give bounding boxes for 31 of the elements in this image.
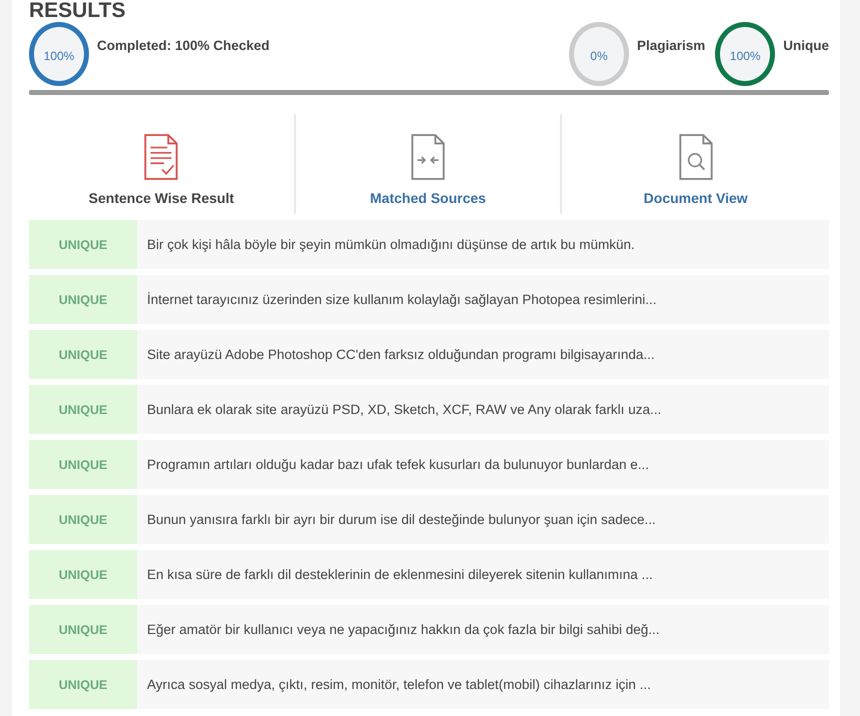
document-search-icon [678,134,714,180]
status-label: UNIQUE [29,440,137,489]
sentence-text: İnternet tarayıcınız üzerinden size kullanım kolaylağı sağlayan Photopea resimlerini... [146,291,658,309]
result-tab[interactable]: Sentence Wise Result [29,114,296,214]
status-label: UNIQUE [29,495,137,544]
status-label: UNIQUE [29,550,137,599]
percentage-circle: 0% [568,22,629,86]
sentence-text: Ayrıca sosyal medya, çıktı, resim, monitör, telefon ve tablet(mobil) cihazlarınız için ... [146,676,652,694]
status-label: UNIQUE [29,330,137,379]
status-label: UNIQUE [29,275,137,324]
sentence-text: Programın artıları olduğu kadar bazı ufak tefek kusurları da bulunuyor bunlardan e... [146,456,650,474]
document-check-icon [143,134,180,180]
sentence-text: Bunlara ek olarak site arayüzü PSD, XD, Sketch, XCF, RAW ve Any olarak farklı uza... [146,401,662,419]
stat-label: Plagiarism [636,38,706,53]
status-label: UNIQUE [29,220,137,269]
progress-label: Completed: 100% Checked [97,38,270,53]
sentence-text: En kısa süre de farklı dil desteklerinin de eklenmesini dileyerek sitenin kullanımına ... [146,566,654,584]
status-label: UNIQUE [29,660,137,709]
progress-circle: 100% [29,22,89,86]
percentage-circle: 100% [715,22,776,86]
status-label: UNIQUE [29,385,137,434]
sentence-text: Eğer amatör bir kullanıcı veya ne yapacığınız hakkın da çok fazla bir bilgi sahibi değ... [146,621,661,639]
sentence-text: Bunun yanısıra farklı bir ayrı bir durum ise dil desteğinde bulunyor şuan için sadece... [146,511,657,529]
sentence-text: Site arayüzü Adobe Photoshop CC'den farksız olduğundan programı bilgisayarında... [146,346,656,364]
document-arrows-icon [410,134,446,180]
result-tab[interactable]: Matched Sources [296,114,562,214]
result-tab[interactable]: Document View [562,114,829,214]
stat-label: Unique [783,38,829,53]
results-title: RESULTS [29,0,126,20]
status-label: UNIQUE [29,605,137,654]
sentence-text: Bir çok kişi hâla böyle bir şeyin mümkün olmadığını düşünse de artık bu mümkün. [146,236,636,254]
